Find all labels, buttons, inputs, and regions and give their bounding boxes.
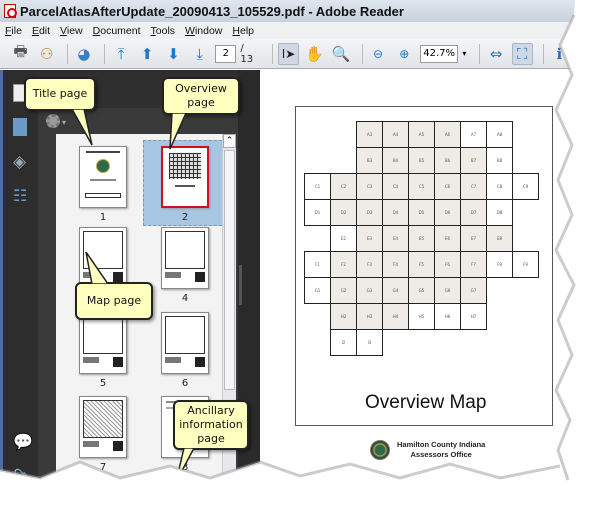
- torn-edge-effect: [0, 0, 598, 506]
